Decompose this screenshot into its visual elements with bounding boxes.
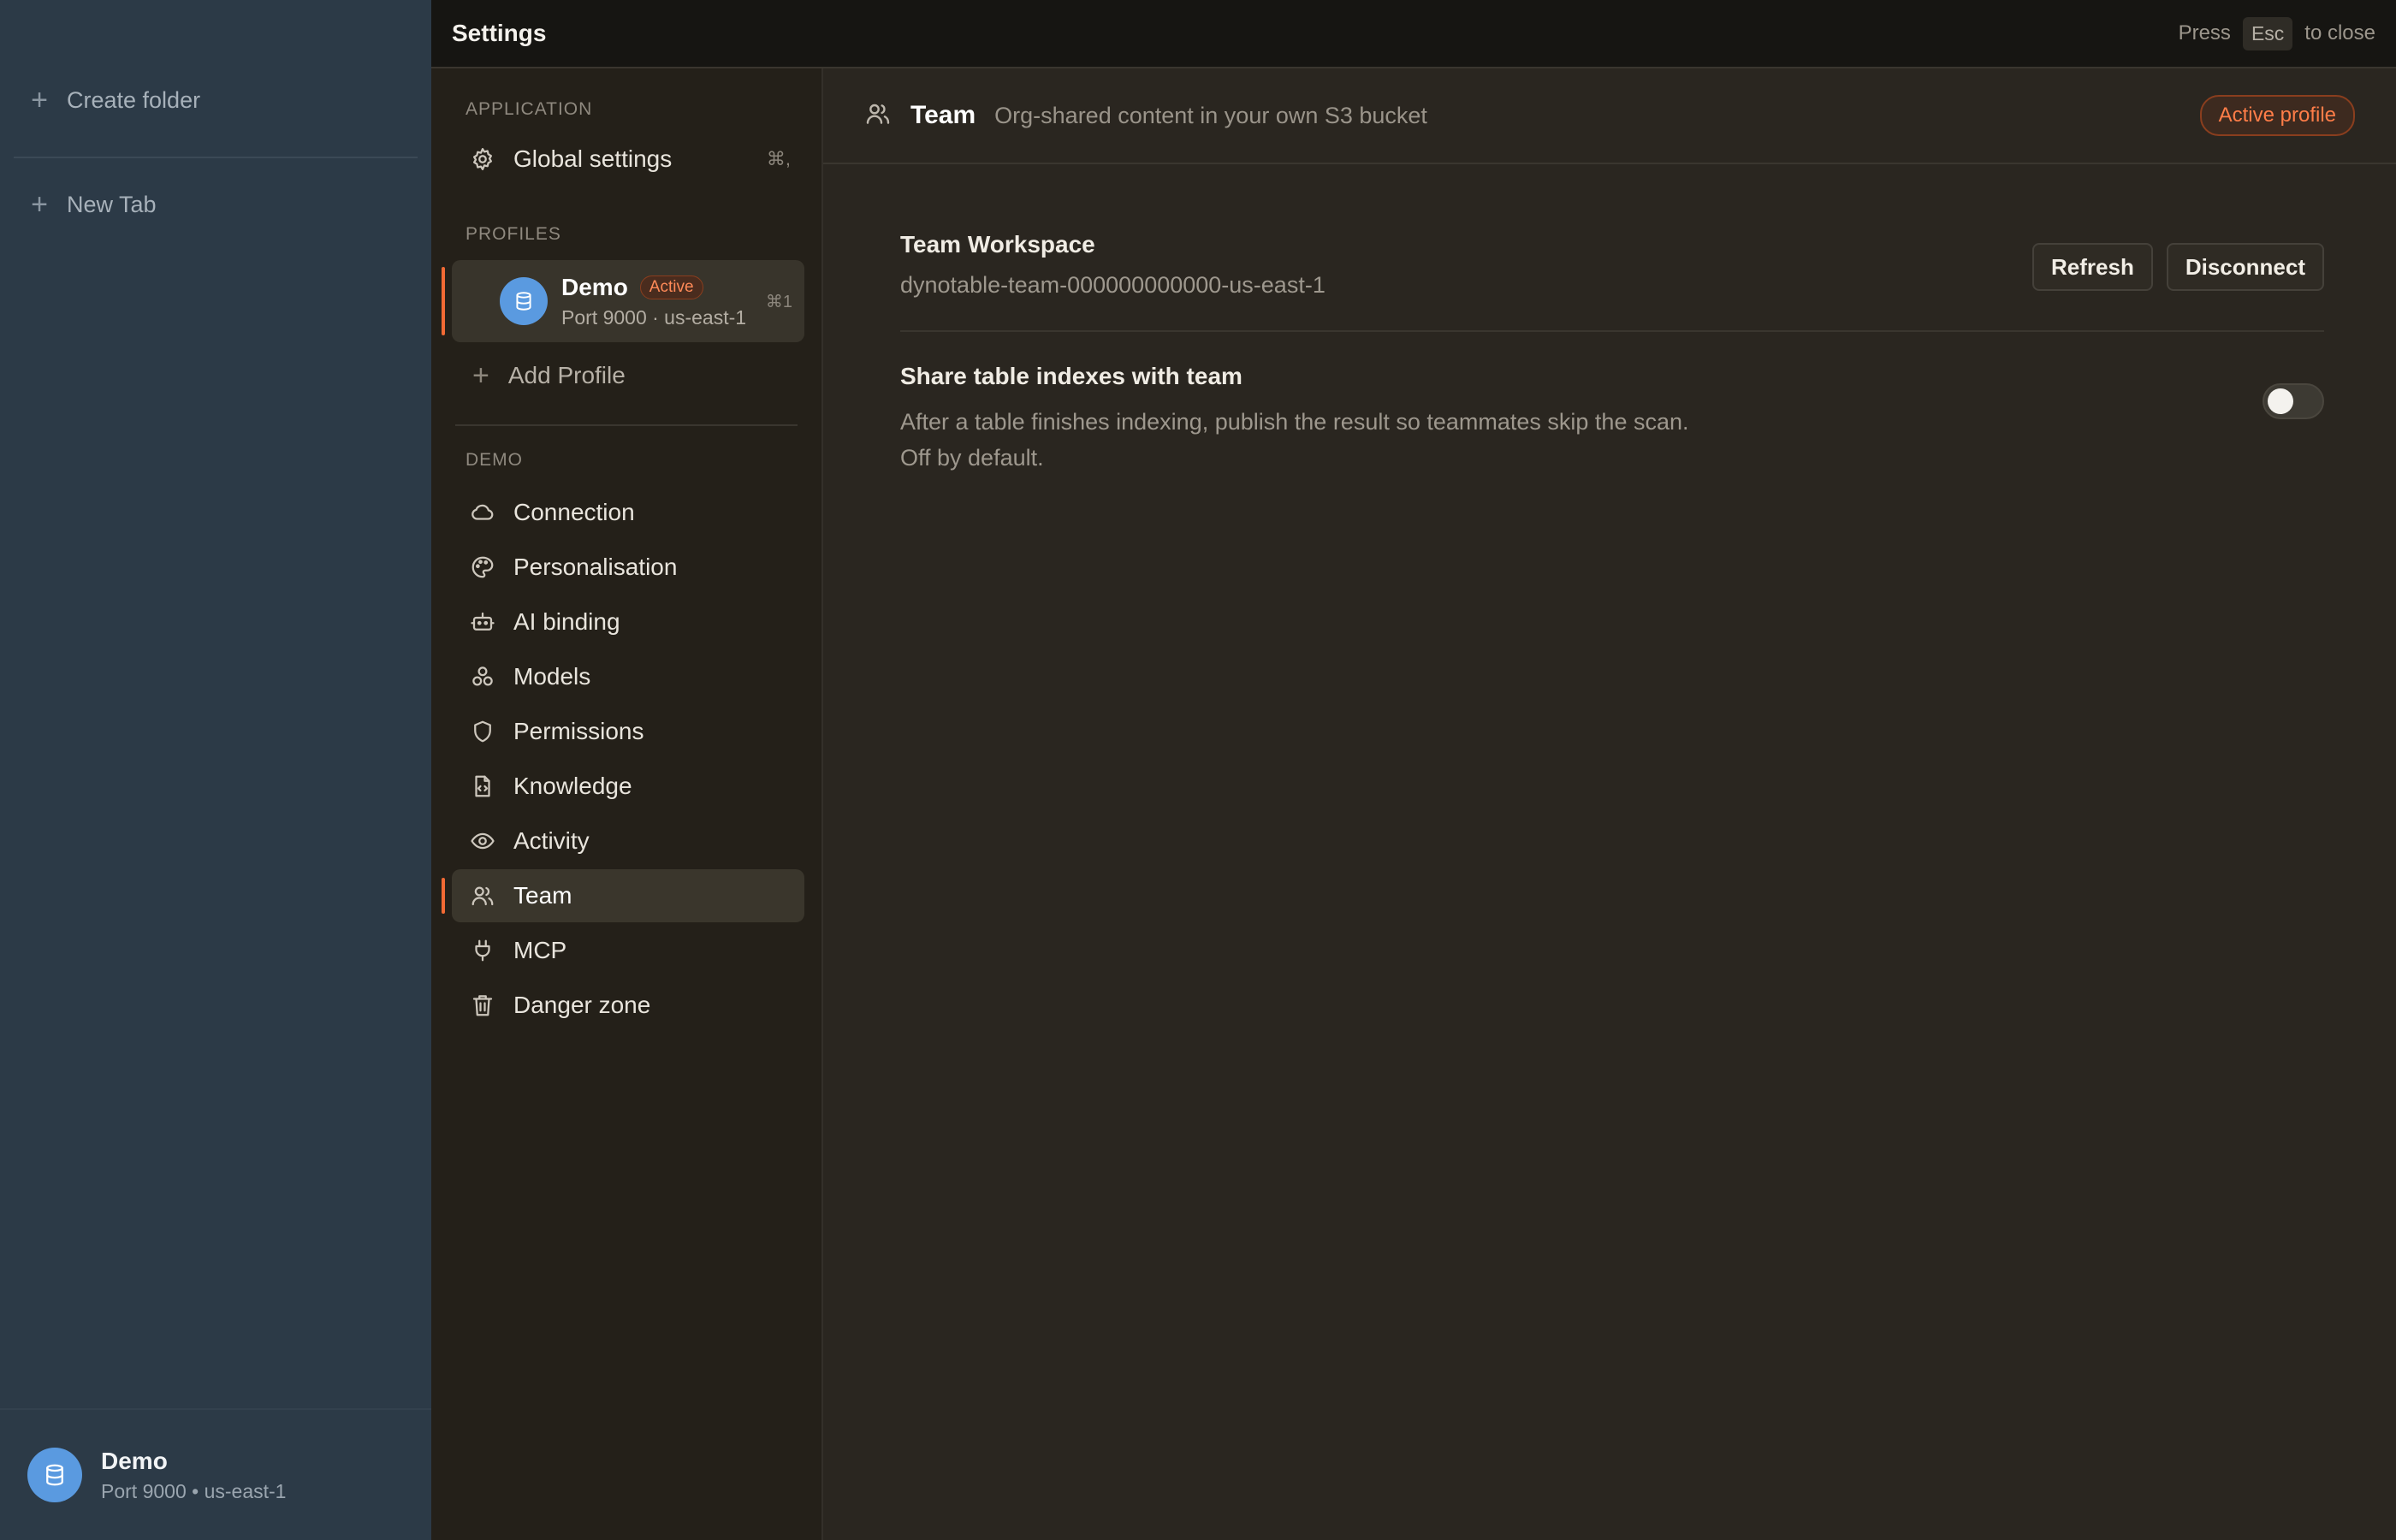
- nav-mcp[interactable]: MCP: [452, 924, 804, 977]
- footer-profile-name: Demo: [101, 1447, 168, 1474]
- toggle-knob: [2268, 388, 2293, 414]
- nav-label: AI binding: [513, 608, 620, 635]
- nav-permissions[interactable]: Permissions: [452, 705, 804, 758]
- new-tab-button[interactable]: + New Tab: [27, 190, 157, 219]
- share-description: After a table finishes indexing, publish…: [900, 404, 2324, 476]
- nav-personalisation[interactable]: Personalisation: [452, 541, 804, 594]
- add-profile-label: Add Profile: [507, 362, 626, 388]
- profiles-heading: PROFILES: [466, 224, 561, 244]
- database-icon: [27, 1448, 82, 1502]
- nav-global-settings[interactable]: Global settings ⌘,: [452, 133, 804, 186]
- settings-nav: APPLICATION Global settings ⌘, PROFILES: [431, 68, 823, 1540]
- hint-prefix: Press: [2178, 21, 2231, 44]
- nav-label: Permissions: [513, 718, 644, 744]
- file-code-icon: [469, 773, 496, 800]
- nav-label: Danger zone: [513, 992, 651, 1018]
- app-root: + Create folder + New Tab Demo Port 9000…: [0, 0, 2396, 1540]
- cloud-icon: [469, 499, 496, 526]
- nav-models[interactable]: Models: [452, 650, 804, 703]
- create-folder-button[interactable]: + Create folder: [27, 86, 200, 115]
- create-folder-label: Create folder: [67, 86, 201, 113]
- nav-team[interactable]: Team: [442, 869, 804, 922]
- team-settings-content: Team Org-shared content in your own S3 b…: [823, 68, 2396, 1540]
- page-title: Settings: [452, 20, 547, 46]
- users-icon: [469, 882, 496, 909]
- nav-connection[interactable]: Connection: [452, 486, 804, 539]
- nav-label: Personalisation: [513, 554, 678, 580]
- app-sidebar: + Create folder + New Tab Demo Port 9000…: [0, 0, 431, 1540]
- settings-panel: Settings Press Esc to close APPLICATION …: [431, 0, 2396, 1540]
- sidebar-divider: [14, 157, 418, 158]
- trash-icon: [469, 992, 496, 1019]
- settings-topbar: Settings Press Esc to close: [431, 0, 2396, 68]
- section-divider: [900, 330, 2324, 332]
- profile-sub: Port 9000 · us-east-1: [561, 305, 747, 329]
- shortcut-hint: ⌘1: [765, 293, 792, 311]
- models-icon: [469, 663, 496, 690]
- nav-label: Models: [513, 663, 591, 690]
- users-icon: [864, 100, 892, 132]
- database-icon: [500, 277, 548, 325]
- close-hint: Press Esc to close: [2178, 16, 2375, 50]
- shortcut-hint: ⌘,: [766, 148, 791, 169]
- nav-divider: [455, 424, 798, 426]
- gear-icon: [469, 145, 496, 173]
- nav-ai-binding[interactable]: AI binding: [452, 595, 804, 649]
- nav-label: Activity: [513, 827, 590, 854]
- eye-icon: [469, 827, 496, 855]
- nav-activity[interactable]: Activity: [452, 814, 804, 868]
- robot-icon: [469, 608, 496, 636]
- section-title: Team: [910, 101, 976, 129]
- nav-label: Knowledge: [513, 773, 632, 799]
- refresh-button[interactable]: Refresh: [2032, 243, 2153, 291]
- plug-icon: [469, 937, 496, 964]
- nav-label: Connection: [513, 499, 635, 525]
- status-badge: Active: [639, 275, 703, 299]
- workspace-actions: Refresh Disconnect: [2032, 243, 2324, 291]
- palette-icon: [469, 554, 496, 581]
- nav-danger-zone[interactable]: Danger zone: [452, 979, 804, 1032]
- hint-suffix: to close: [2304, 21, 2375, 44]
- content-header: Team Org-shared content in your own S3 b…: [823, 68, 2396, 164]
- sidebar-profile-footer[interactable]: Demo Port 9000 • us-east-1: [0, 1408, 431, 1540]
- profile-name: Demo: [561, 273, 628, 300]
- add-profile-button[interactable]: + Add Profile: [472, 361, 626, 390]
- new-tab-label: New Tab: [67, 191, 157, 217]
- share-line-2: Off by default.: [900, 445, 1044, 471]
- nav-label: MCP: [513, 937, 567, 963]
- share-line-1: After a table finishes indexing, publish…: [900, 409, 1689, 435]
- plus-icon: +: [472, 359, 489, 392]
- footer-profile-sub: Port 9000 • us-east-1: [101, 1479, 287, 1502]
- profile-item-demo[interactable]: Demo Active Port 9000 · us-east-1 ⌘1: [442, 260, 804, 342]
- application-heading: APPLICATION: [466, 99, 593, 119]
- plus-icon: +: [31, 84, 48, 116]
- disconnect-button[interactable]: Disconnect: [2166, 243, 2324, 291]
- share-title: Share table indexes with team: [900, 363, 1242, 389]
- plus-icon: +: [31, 188, 48, 221]
- esc-key[interactable]: Esc: [2242, 16, 2293, 50]
- profile-name-row: Demo Active: [561, 274, 746, 301]
- team-workspace-row: Team Workspace dynotable-team-0000000000…: [900, 231, 2324, 317]
- active-profile-badge: Active profile: [2199, 95, 2355, 136]
- demo-heading: DEMO: [466, 450, 523, 470]
- nav-knowledge[interactable]: Knowledge: [452, 760, 804, 813]
- section-subtitle: Org-shared content in your own S3 bucket: [994, 102, 1427, 128]
- share-indexes-row: Share table indexes with team After a ta…: [900, 363, 2324, 483]
- shield-icon: [469, 718, 496, 745]
- nav-label: Team: [513, 882, 572, 909]
- share-indexes-toggle[interactable]: [2263, 383, 2324, 419]
- nav-label: Global settings: [513, 145, 673, 172]
